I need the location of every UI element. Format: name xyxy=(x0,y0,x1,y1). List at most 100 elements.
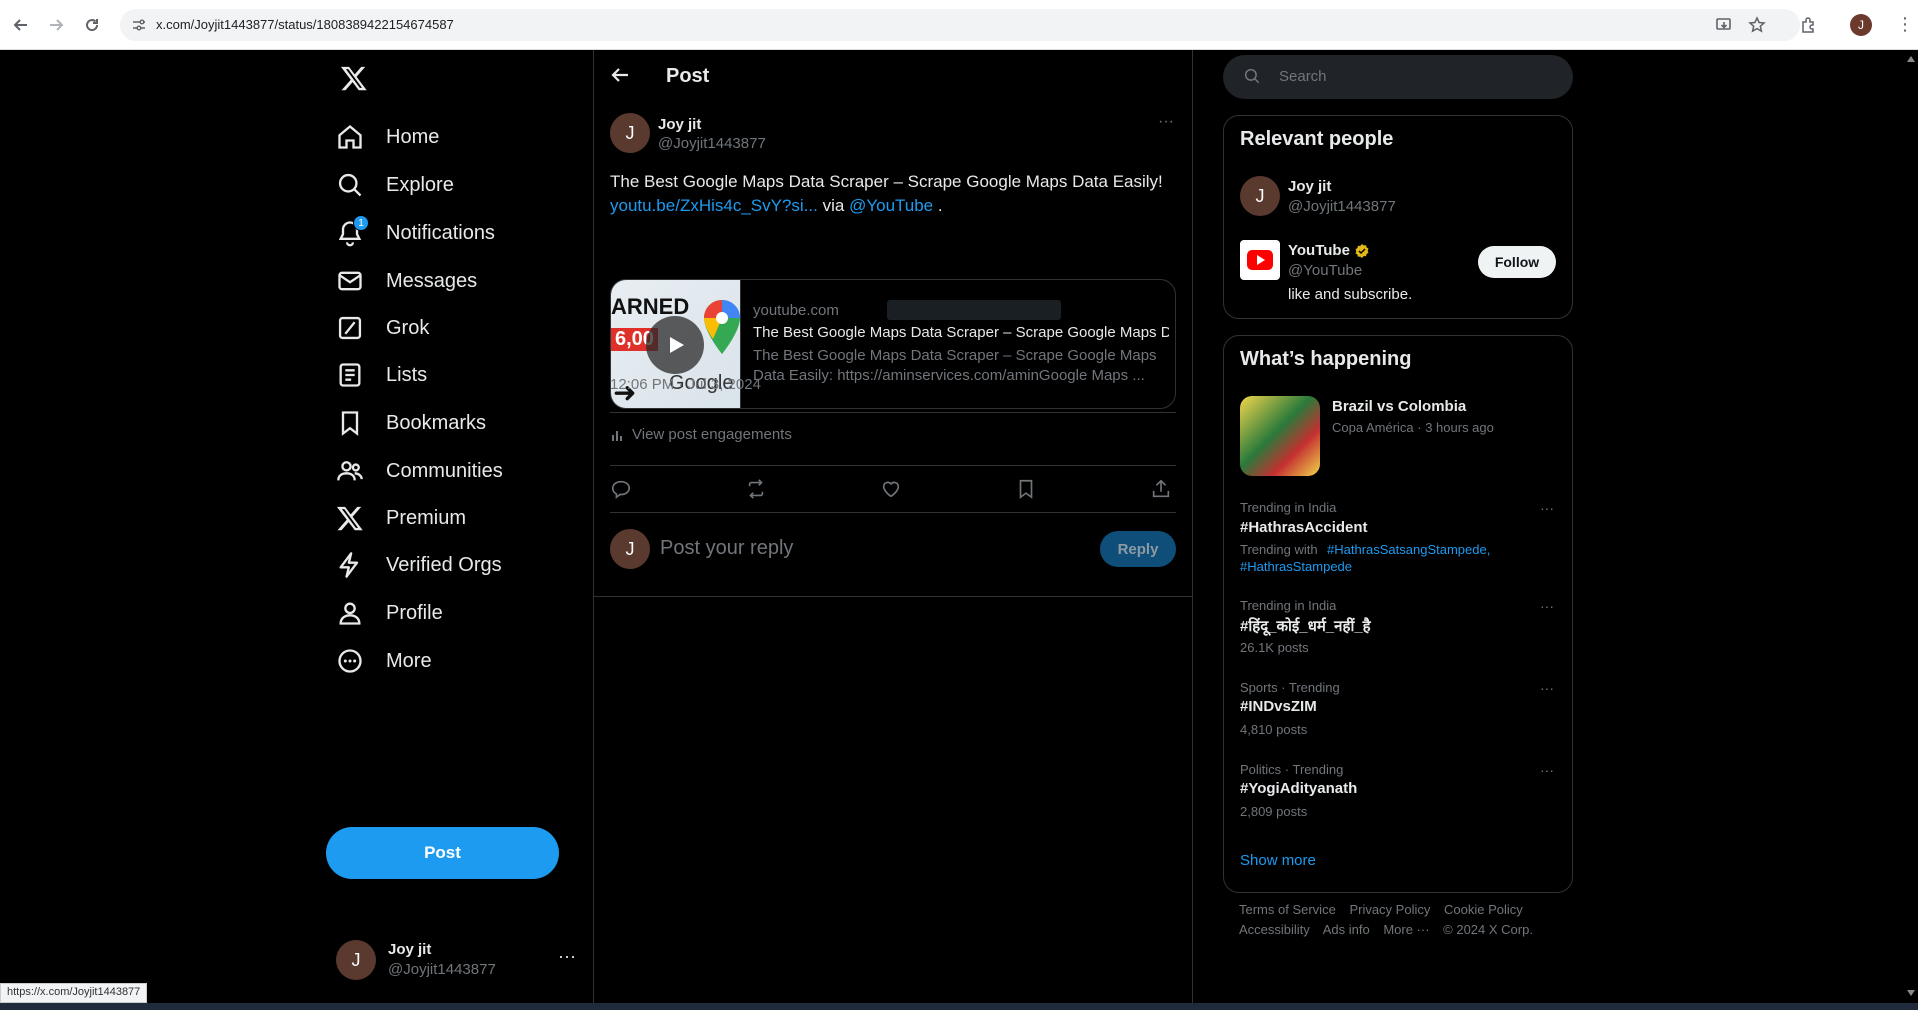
reload-icon[interactable] xyxy=(81,14,103,36)
forward-arrow-icon[interactable] xyxy=(45,14,67,36)
footer-link[interactable]: Terms of Service xyxy=(1239,902,1336,917)
envelope-icon xyxy=(336,267,364,295)
reply-input[interactable]: Post your reply xyxy=(660,537,793,560)
nav-messages[interactable]: Messages xyxy=(336,256,477,306)
search-input[interactable]: Search xyxy=(1223,55,1573,99)
more-dots-icon[interactable]: ··· xyxy=(558,946,576,967)
scrollbar[interactable] xyxy=(1904,50,1918,1010)
person-handle: @YouTube xyxy=(1288,262,1363,279)
nav-label: Bookmarks xyxy=(386,411,487,434)
post-timestamp[interactable]: 12:06 PM · Jul 3, 2024 xyxy=(610,376,761,393)
post-link[interactable]: youtu.be/ZxHis4c_SvY?si... xyxy=(610,196,818,215)
person-handle: @Joyjit1443877 xyxy=(1288,198,1396,215)
nav-label: Messages xyxy=(386,269,478,292)
account-switcher[interactable]: J Joy jit @Joyjit1443877 ··· xyxy=(336,932,576,988)
search-icon xyxy=(1243,67,1263,87)
card-domain: youtube.com xyxy=(753,302,839,319)
map-pin-icon xyxy=(701,298,740,358)
avatar[interactable]: J xyxy=(610,113,650,153)
more-dots-icon[interactable]: ··· xyxy=(1540,598,1554,614)
profile-avatar[interactable]: J xyxy=(1850,14,1872,36)
footer-link[interactable]: Cookie Policy xyxy=(1444,902,1523,917)
play-icon[interactable] xyxy=(646,316,704,374)
heart-icon[interactable] xyxy=(880,478,902,500)
trend-context: Sports · Trending xyxy=(1240,680,1340,695)
view-engagements-link[interactable]: View post engagements xyxy=(610,426,792,443)
nav-notifications[interactable]: 1 Notifications xyxy=(336,208,495,258)
left-navigation: Home Explore 1 Notifications Messages Gr… xyxy=(326,50,594,1010)
nav-premium[interactable]: Premium xyxy=(336,493,466,543)
browser-menu-icon[interactable]: ⋮ xyxy=(1896,14,1914,35)
more-circle-icon xyxy=(336,647,364,675)
panel-title: Relevant people xyxy=(1240,128,1394,150)
footer-link[interactable]: Ads info xyxy=(1323,922,1370,937)
author-handle[interactable]: @Joyjit1443877 xyxy=(658,135,766,152)
reply-icon[interactable] xyxy=(610,478,632,500)
footer-link[interactable]: More ··· xyxy=(1383,922,1429,937)
share-icon[interactable] xyxy=(1150,478,1172,500)
trend-context: Trending in India xyxy=(1240,598,1337,613)
home-icon xyxy=(336,123,364,151)
post-body: The Best Google Maps Data Scraper – Scra… xyxy=(610,172,1163,191)
more-dots-icon[interactable]: ··· xyxy=(1158,113,1174,131)
trend-meta: Copa América · 3 hours ago xyxy=(1332,420,1494,435)
trend-title: #हिंदू_कोई_धर्म_नहीं_है xyxy=(1240,618,1371,635)
account-name: Joy jit xyxy=(388,941,432,958)
footer-link[interactable]: Privacy Policy xyxy=(1349,902,1430,917)
nav-communities[interactable]: Communities xyxy=(336,446,503,496)
star-icon[interactable] xyxy=(1746,14,1768,36)
trend-context: Trending in India xyxy=(1240,500,1337,515)
scroll-down-icon[interactable] xyxy=(1907,990,1915,996)
nav-label: Home xyxy=(386,125,440,148)
youtube-logo-icon xyxy=(1240,240,1280,280)
mention-link[interactable]: @YouTube xyxy=(849,196,933,215)
trend-image xyxy=(1240,396,1320,476)
whats-happening-panel: What’s happening Brazil vs Colombia Copa… xyxy=(1223,335,1573,893)
install-app-icon[interactable] xyxy=(1713,14,1735,36)
nav-lists[interactable]: Lists xyxy=(336,350,427,400)
right-sidebar: Search Relevant people J Joy jit @Joyjit… xyxy=(1223,50,1573,1010)
site-info-icon[interactable] xyxy=(130,16,148,34)
reply-button[interactable]: Reply xyxy=(1100,531,1176,567)
post-text: The Best Google Maps Data Scraper – Scra… xyxy=(610,170,1176,218)
footer-link[interactable]: Accessibility xyxy=(1239,922,1310,937)
follow-button[interactable]: Follow xyxy=(1478,246,1556,278)
trend-extra-prefix: Trending with xyxy=(1240,542,1318,557)
person-name: Joy jit xyxy=(1288,178,1332,195)
nav-profile[interactable]: Profile xyxy=(336,588,443,638)
trend-title: #INDvsZIM xyxy=(1240,698,1317,715)
trend-posts: 4,810 posts xyxy=(1240,722,1308,737)
author-name[interactable]: Joy jit xyxy=(658,116,701,133)
nav-bookmarks[interactable]: Bookmarks xyxy=(336,398,486,448)
post-actions xyxy=(610,476,1176,506)
bookmark-icon[interactable] xyxy=(1015,478,1037,500)
verified-badge-icon xyxy=(1354,243,1370,259)
post-button[interactable]: Post xyxy=(326,827,559,879)
more-dots-icon[interactable]: ··· xyxy=(1540,500,1554,516)
nav-explore[interactable]: Explore xyxy=(336,160,454,210)
nav-grok[interactable]: Grok xyxy=(336,303,429,353)
back-arrow-icon[interactable] xyxy=(610,65,632,87)
repost-icon[interactable] xyxy=(745,478,767,500)
show-more-link[interactable]: Show more xyxy=(1240,852,1316,869)
more-dots-icon[interactable]: ··· xyxy=(1540,680,1554,696)
trend-extra-tag[interactable]: #HathrasSatsangStampede, xyxy=(1327,542,1490,557)
nav-more[interactable]: More xyxy=(336,636,432,686)
nav-verified-orgs[interactable]: Verified Orgs xyxy=(336,540,502,590)
trend-context: Politics · Trending xyxy=(1240,762,1344,777)
scroll-up-icon[interactable] xyxy=(1907,56,1915,62)
taskbar-strip xyxy=(0,1003,1918,1010)
back-arrow-icon[interactable] xyxy=(10,14,32,36)
engagements-label: View post engagements xyxy=(632,426,792,443)
nav-home[interactable]: Home xyxy=(336,112,439,162)
trend-extra-tag[interactable]: #HathrasStampede xyxy=(1240,559,1352,574)
post-header: Post xyxy=(594,50,1192,103)
address-bar[interactable]: x.com/Joyjit1443877/status/1808389422154… xyxy=(120,9,1800,41)
nav-label: Profile xyxy=(386,601,443,624)
more-dots-icon[interactable]: ··· xyxy=(1540,762,1554,778)
x-logo-icon[interactable] xyxy=(340,64,372,96)
account-handle: @Joyjit1443877 xyxy=(388,961,496,978)
relevant-people-panel: Relevant people J Joy jit @Joyjit1443877… xyxy=(1223,115,1573,319)
extensions-icon[interactable] xyxy=(1798,14,1820,36)
lightning-icon xyxy=(336,551,364,579)
